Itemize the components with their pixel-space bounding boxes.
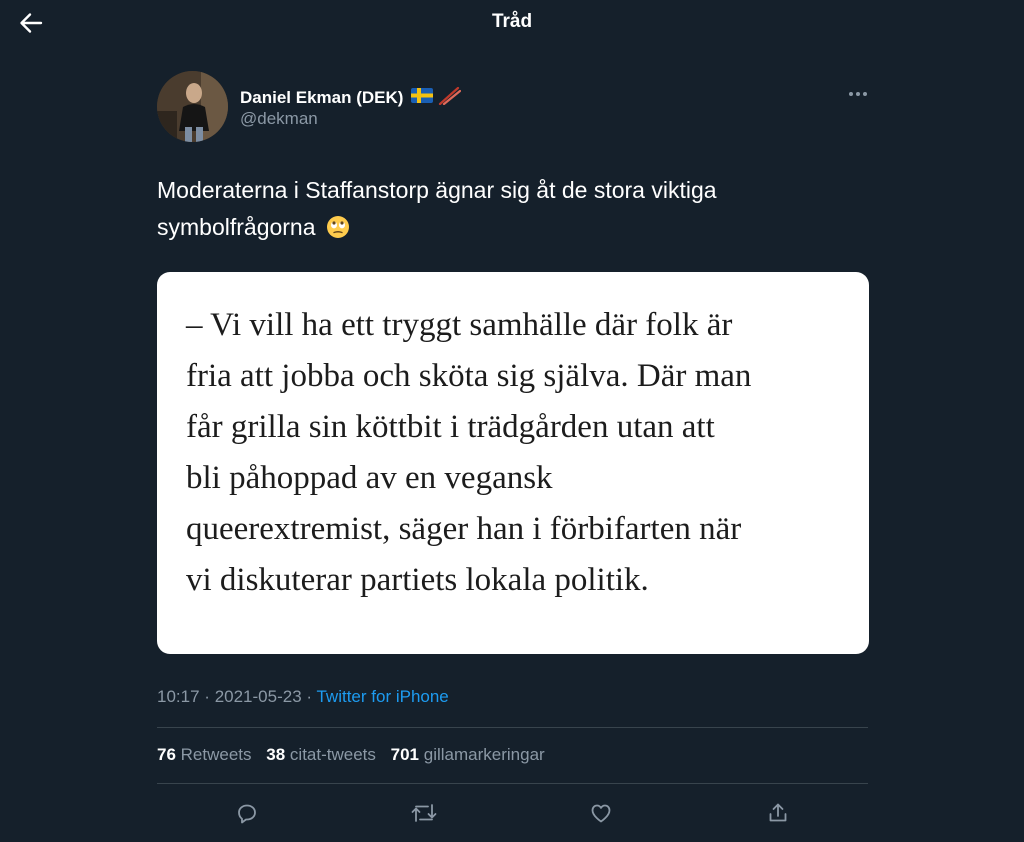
quote-line: – Vi vill ha ett tryggt samhälle där fol…	[186, 307, 733, 343]
header-bar: Tråd	[0, 0, 1024, 46]
share-icon	[769, 803, 787, 822]
divider	[157, 783, 868, 784]
retweet-icon	[411, 804, 437, 822]
quote-line: bli påhoppad av en vegansk	[186, 460, 553, 496]
face-with-rolling-eyes-icon	[326, 213, 350, 250]
tweet-date[interactable]: 2021-05-23	[215, 687, 302, 706]
more-dots-icon	[849, 92, 867, 96]
tweet-text-content: Moderaterna i Staffanstorp ägnar sig åt …	[157, 177, 717, 240]
meta-separator: ·	[204, 687, 210, 706]
like-button[interactable]	[586, 799, 616, 827]
tweet-stats: 76 Retweets 38 citat-tweets 701 gillamar…	[157, 745, 555, 765]
quote-line: queerextremist, säger han i förbifarten …	[186, 511, 742, 547]
tweet-text: Moderaterna i Staffanstorp ägnar sig åt …	[157, 172, 857, 250]
retweet-button[interactable]	[409, 799, 439, 827]
tweet-meta: 10:17 · 2021-05-23 · Twitter for iPhone	[157, 687, 449, 707]
sweden-flag-icon	[411, 87, 434, 108]
reply-button[interactable]	[232, 799, 262, 827]
retweets-stat[interactable]: 76 Retweets	[157, 745, 252, 764]
quotes-stat[interactable]: 38 citat-tweets	[266, 745, 376, 764]
quotes-label: citat-tweets	[289, 745, 376, 764]
tweet-media-image[interactable]: – Vi vill ha ett tryggt samhälle där fol…	[157, 272, 869, 654]
media-quote-text: – Vi vill ha ett tryggt samhälle där fol…	[186, 300, 846, 606]
divider	[157, 727, 868, 728]
meta-separator: ·	[306, 687, 313, 706]
tweet-time[interactable]: 10:17	[157, 687, 200, 706]
likes-label: gillamarkeringar	[423, 745, 545, 764]
chopsticks-icon	[437, 85, 462, 110]
author-name[interactable]: Daniel Ekman (DEK)	[240, 88, 403, 108]
retweets-label: Retweets	[180, 745, 252, 764]
reply-icon	[238, 804, 256, 824]
retweets-count: 76	[157, 745, 176, 764]
like-icon	[591, 804, 611, 823]
quote-line: vi diskuterar partiets lokala politik.	[186, 562, 649, 598]
quotes-count: 38	[266, 745, 286, 764]
likes-stat[interactable]: 701 gillamarkeringar	[391, 745, 545, 764]
share-button[interactable]	[763, 799, 793, 827]
likes-count: 701	[390, 745, 420, 764]
more-options-button[interactable]	[845, 84, 871, 104]
page-title: Tråd	[491, 11, 533, 32]
quote-line: får grilla sin köttbit i trädgården utan…	[186, 409, 715, 445]
author-handle[interactable]: @dekman	[240, 109, 318, 129]
avatar[interactable]	[157, 71, 228, 142]
author-name-row[interactable]: Daniel Ekman (DEK)	[240, 85, 462, 110]
quote-line: fria att jobba och sköta sig själva. Där…	[186, 358, 752, 394]
tweet-source-link[interactable]: Twitter for iPhone	[316, 687, 448, 706]
profile-photo-icon	[157, 71, 228, 142]
